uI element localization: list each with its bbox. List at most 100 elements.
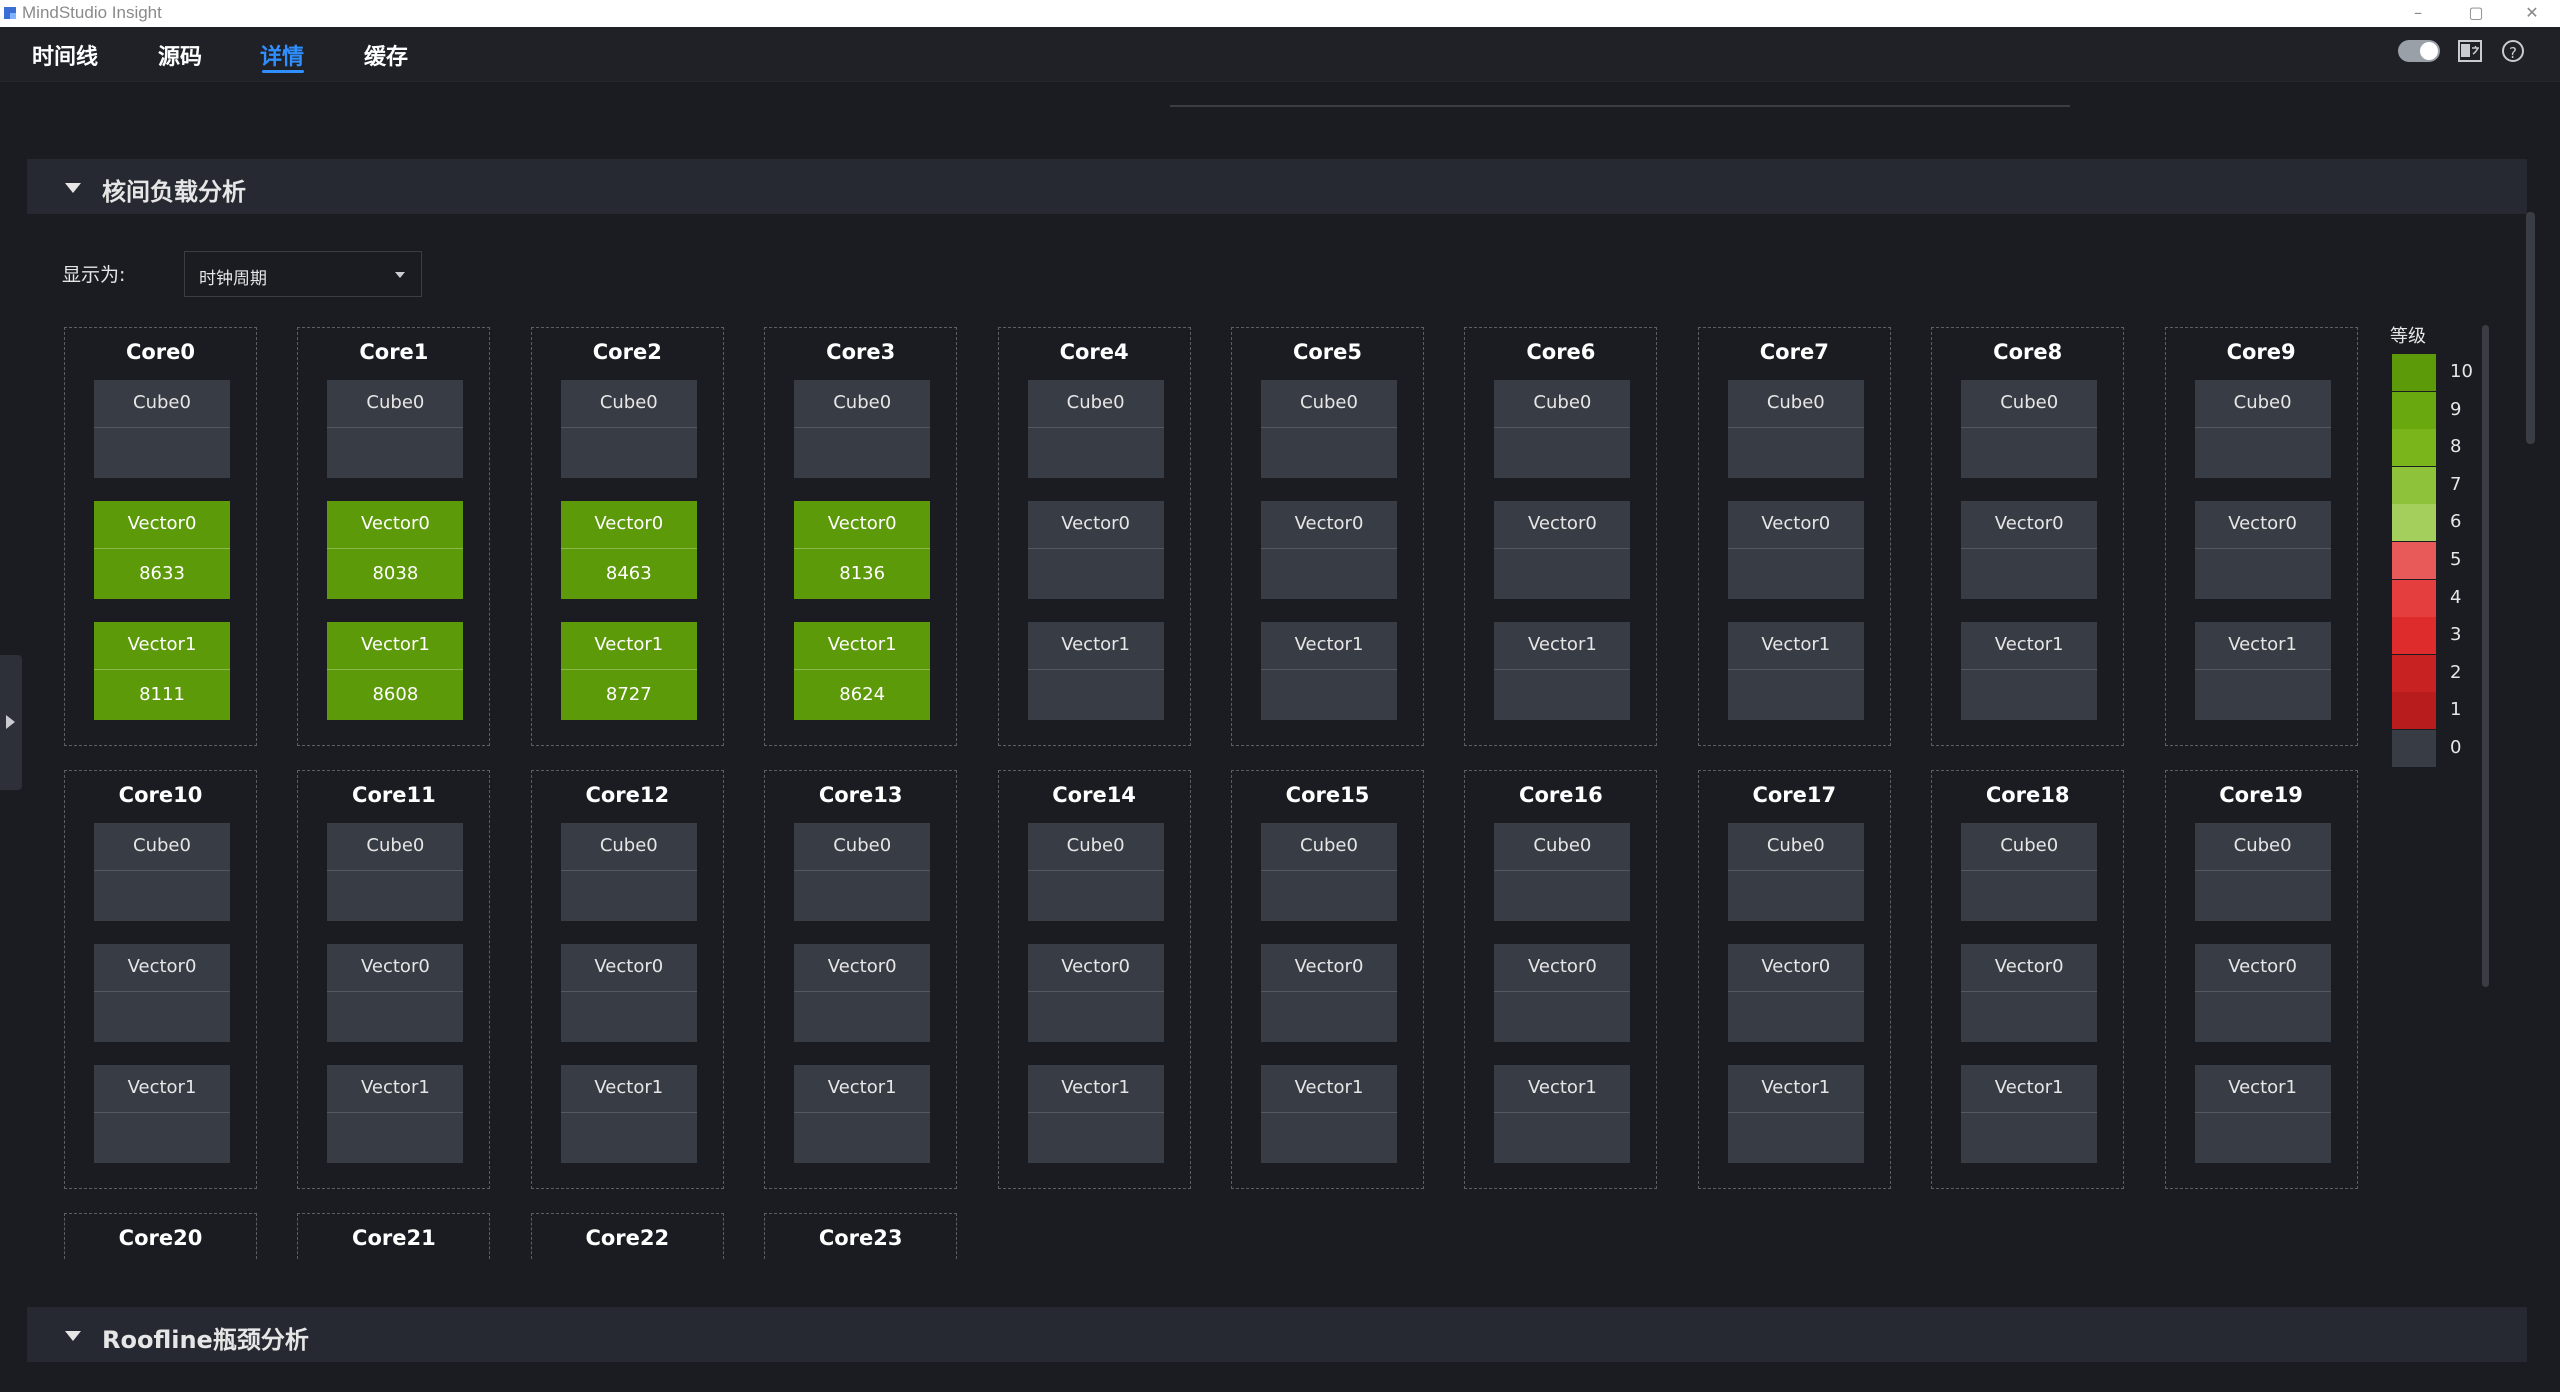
vector0-unit[interactable]: Vector0 — [1261, 501, 1397, 599]
cube0-unit[interactable]: Cube0 — [794, 823, 931, 921]
vector0-unit[interactable]: Vector0 — [1727, 944, 1864, 1042]
vector1-unit[interactable]: Vector1 — [1727, 1065, 1864, 1163]
vector1-unit[interactable]: Vector1 — [1727, 622, 1864, 720]
tab-details[interactable]: 详情 — [260, 39, 304, 71]
cube0-unit[interactable]: Cube0 — [327, 823, 464, 921]
unit-label: Vector1 — [327, 622, 464, 670]
unit-label: Cube0 — [94, 823, 230, 871]
vector1-unit[interactable]: Vector1 — [2194, 622, 2331, 720]
unit-value — [1261, 1113, 1397, 1163]
cube0-unit[interactable]: Cube0 — [94, 823, 230, 921]
vector1-unit[interactable]: Vector1 — [794, 1065, 931, 1163]
unit-value — [1261, 670, 1397, 720]
cube0-unit[interactable]: Cube0 — [1027, 823, 1164, 921]
vector1-unit[interactable]: Vector1 — [1494, 622, 1631, 720]
vector1-unit[interactable]: Vector1 — [1261, 1065, 1397, 1163]
unit-value — [1728, 428, 1864, 478]
vector1-unit[interactable]: Vector1 — [1027, 1065, 1164, 1163]
language-icon[interactable] — [2458, 40, 2482, 62]
vector0-unit[interactable]: Vector0 — [1027, 501, 1164, 599]
cube0-unit[interactable]: Cube0 — [1494, 380, 1631, 478]
unit-value — [1961, 1113, 2097, 1163]
chevron-right-icon — [6, 715, 15, 729]
cube0-unit[interactable]: Cube0 — [1727, 380, 1864, 478]
vector0-unit[interactable]: Vector0 8463 — [560, 501, 697, 599]
cube0-unit[interactable]: Cube0 — [560, 380, 697, 478]
cube0-unit[interactable]: Cube0 — [2194, 380, 2331, 478]
theme-toggle[interactable] — [2398, 40, 2440, 62]
vector0-unit[interactable]: Vector0 — [2194, 501, 2331, 599]
vector0-unit[interactable]: Vector0 — [1494, 944, 1631, 1042]
vector1-unit[interactable]: Vector1 — [2194, 1065, 2331, 1163]
vector1-unit[interactable]: Vector1 — [1961, 1065, 2098, 1163]
vector0-unit[interactable]: Vector0 — [1727, 501, 1864, 599]
cube0-unit[interactable]: Cube0 — [1261, 823, 1397, 921]
roofline-section-header[interactable]: Roofline瓶颈分析 — [27, 1307, 2527, 1362]
unit-value — [1028, 992, 1164, 1042]
page-scrollbar[interactable] — [2526, 212, 2535, 444]
cube0-unit[interactable]: Cube0 — [1261, 380, 1397, 478]
core-name: Core16 — [1519, 783, 1603, 807]
vector1-unit[interactable]: Vector1 — [1261, 622, 1397, 720]
vector1-unit[interactable]: Vector1 — [94, 1065, 230, 1163]
cube0-unit[interactable]: Cube0 — [560, 823, 697, 921]
tab-memory[interactable]: 缓存 — [364, 39, 408, 71]
section-title: 核间负载分析 — [102, 178, 246, 206]
display-as-select[interactable]: 时钟周期 — [184, 251, 422, 297]
cube0-unit[interactable]: Cube0 — [2194, 823, 2331, 921]
vector0-unit[interactable]: Vector0 — [1961, 944, 2098, 1042]
unit-label: Vector1 — [94, 1065, 230, 1113]
unit-label: Cube0 — [1961, 823, 2098, 871]
vector0-unit[interactable]: Vector0 — [1261, 944, 1397, 1042]
vector1-unit[interactable]: Vector1 — [560, 1065, 697, 1163]
cube0-unit[interactable]: Cube0 — [327, 380, 464, 478]
core-name: Core19 — [2219, 783, 2303, 807]
unit-value — [1728, 1113, 1864, 1163]
vector0-unit[interactable]: Vector0 — [1494, 501, 1631, 599]
vector0-unit[interactable]: Vector0 — [327, 944, 464, 1042]
vector0-unit[interactable]: Vector0 8633 — [94, 501, 230, 599]
minimize-button[interactable]: – — [2398, 2, 2438, 24]
cube0-unit[interactable]: Cube0 — [1961, 823, 2098, 921]
vector1-unit[interactable]: Vector1 8608 — [327, 622, 464, 720]
vector0-unit[interactable]: Vector0 — [560, 944, 697, 1042]
unit-value — [327, 1113, 463, 1163]
help-icon[interactable]: ? — [2502, 40, 2524, 62]
vector0-unit[interactable]: Vector0 — [794, 944, 931, 1042]
cube0-unit[interactable]: Cube0 — [94, 380, 230, 478]
legend-level-label: 2 — [2450, 661, 2462, 683]
cube0-unit[interactable]: Cube0 — [1727, 823, 1864, 921]
vector0-unit[interactable]: Vector0 — [1961, 501, 2098, 599]
unit-label: Vector1 — [1961, 1065, 2098, 1113]
unit-label: Vector0 — [94, 944, 230, 992]
cube0-unit[interactable]: Cube0 — [1494, 823, 1631, 921]
legend-level-label: 4 — [2450, 586, 2462, 608]
cube0-unit[interactable]: Cube0 — [1961, 380, 2098, 478]
vector1-unit[interactable]: Vector1 8111 — [94, 622, 230, 720]
vector0-unit[interactable]: Vector0 — [94, 944, 230, 1042]
core-card: Core16 Cube0 Vector0 Vector1 — [1464, 770, 1658, 1189]
vector0-unit[interactable]: Vector0 — [2194, 944, 2331, 1042]
tab-source[interactable]: 源码 — [158, 39, 202, 71]
vector0-unit[interactable]: Vector0 — [1027, 944, 1164, 1042]
close-button[interactable]: ✕ — [2512, 2, 2552, 24]
unit-label: Cube0 — [327, 380, 464, 428]
side-panel-toggle[interactable] — [0, 655, 22, 790]
vector1-unit[interactable]: Vector1 — [327, 1065, 464, 1163]
cube0-unit[interactable]: Cube0 — [1027, 380, 1164, 478]
vector1-unit[interactable]: Vector1 — [1961, 622, 2098, 720]
vector0-unit[interactable]: Vector0 8038 — [327, 501, 464, 599]
grid-scrollbar[interactable] — [2482, 325, 2489, 987]
maximize-button[interactable]: ▢ — [2456, 2, 2496, 24]
cube0-unit[interactable]: Cube0 — [794, 380, 931, 478]
vector0-unit[interactable]: Vector0 8136 — [794, 501, 931, 599]
vector1-unit[interactable]: Vector1 8727 — [560, 622, 697, 720]
core-card: Core11 Cube0 Vector0 Vector1 — [297, 770, 491, 1189]
unit-value: 8111 — [139, 684, 185, 705]
vector1-unit[interactable]: Vector1 8624 — [794, 622, 931, 720]
tab-timeline[interactable]: 时间线 — [32, 39, 98, 71]
core-card: Core4 Cube0 Vector0 Vector1 — [997, 327, 1191, 746]
vector1-unit[interactable]: Vector1 — [1027, 622, 1164, 720]
core-load-section-header[interactable]: 核间负载分析 — [27, 159, 2527, 214]
vector1-unit[interactable]: Vector1 — [1494, 1065, 1631, 1163]
